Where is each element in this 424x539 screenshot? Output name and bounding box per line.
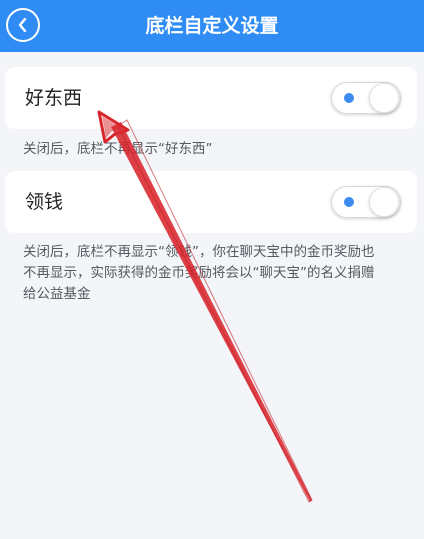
money-description: 关闭后，底栏不再显示“领钱”，你在聊天宝中的金币奖励也 不再显示，实际获得的金币… bbox=[23, 242, 413, 305]
money-description-line-3: 给公益基金 bbox=[23, 286, 91, 302]
money-description-line-2: 不再显示，实际获得的金币奖励将会以“聊天宝”的名义捐赠 bbox=[23, 265, 375, 281]
goods-description: 关闭后，底栏不再显示“好东西” bbox=[23, 139, 413, 160]
page-title: 底栏自定义设置 bbox=[145, 15, 279, 37]
setting-label-goods: 好东西 bbox=[25, 87, 83, 109]
money-description-line-1: 关闭后，底栏不再显示“领钱”，你在聊天宝中的金币奖励也 bbox=[23, 244, 375, 260]
setting-row-goods: 好东西 bbox=[5, 67, 417, 129]
toggle-knob bbox=[369, 83, 399, 113]
money-toggle[interactable] bbox=[331, 186, 401, 218]
setting-row-money: 领钱 bbox=[5, 171, 417, 233]
toggle-indicator-dot bbox=[344, 197, 354, 207]
setting-label-money: 领钱 bbox=[25, 191, 64, 213]
toggle-indicator-dot bbox=[344, 93, 354, 103]
goods-toggle[interactable] bbox=[331, 82, 401, 114]
app-header: 底栏自定义设置 bbox=[0, 0, 424, 52]
toggle-knob bbox=[369, 187, 399, 217]
goods-description-line: 关闭后，底栏不再显示“好东西” bbox=[23, 141, 213, 157]
